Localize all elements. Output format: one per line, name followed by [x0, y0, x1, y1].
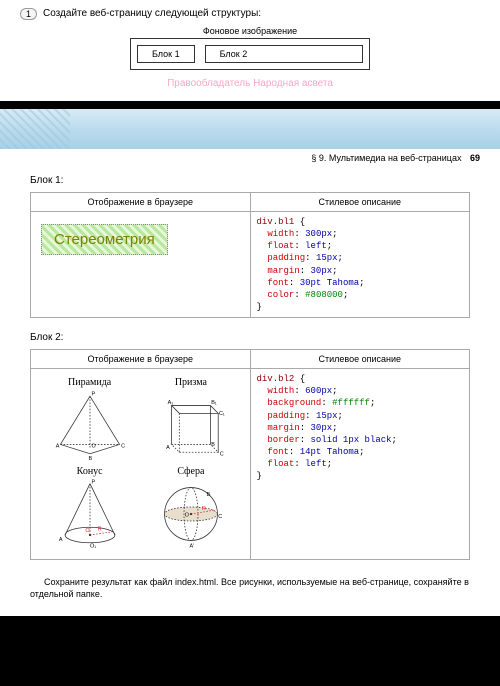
shapes-grid: Пирамида P A C B O: [37, 373, 244, 555]
svg-text:C₁: C₁: [219, 411, 225, 417]
cone-icon: P O R O₁ A: [50, 479, 130, 549]
prism-title: Призма: [142, 377, 239, 388]
diagram-box: Блок 1 Блок 2: [130, 38, 370, 70]
svg-text:A': A': [189, 544, 194, 550]
section-title: § 9. Мультимедиа на веб-страницах 69: [0, 149, 500, 167]
svg-text:O: O: [91, 444, 95, 450]
svg-text:C: C: [220, 451, 224, 457]
task-row: 1 Создайте веб-страницу следующей структ…: [20, 8, 480, 20]
th-browser: Отображение в браузере: [31, 193, 251, 212]
svg-text:A: A: [59, 537, 63, 543]
svg-text:A: A: [166, 445, 170, 451]
svg-text:O: O: [185, 512, 189, 518]
svg-text:A: A: [55, 444, 59, 450]
watermark: Правообладатель Народная асвета: [20, 78, 480, 89]
task-number: 1: [20, 8, 37, 20]
structure-diagram: Фоновое изображение Блок 1 Блок 2: [130, 26, 370, 70]
task-text: Создайте веб-страницу следующей структур…: [43, 8, 261, 19]
svg-text:B: B: [211, 442, 215, 448]
svg-text:C: C: [121, 444, 125, 450]
block1-label: Блок 1:: [30, 175, 470, 186]
shape-prism: Призма A₁ B₁ C₁ A: [142, 377, 239, 462]
block1-table: Отображение в браузере Стилевое описание…: [30, 192, 470, 318]
svg-text:B: B: [206, 492, 210, 498]
th-style: Стилевое описание: [250, 193, 470, 212]
block2-table: Отображение в браузере Стилевое описание…: [30, 349, 470, 560]
prism-icon: A₁ B₁ C₁ A B C: [151, 390, 231, 460]
footnote: Сохраните результат как файл index.html.…: [0, 568, 500, 604]
header-strip: [0, 109, 500, 149]
svg-text:P: P: [91, 480, 95, 486]
svg-text:O₁: O₁: [90, 544, 96, 550]
cone-title: Конус: [41, 466, 138, 477]
svg-text:P: P: [91, 392, 95, 398]
svg-text:B: B: [88, 456, 92, 460]
block1-css-cell: div.bl1 { width: 300px; float: left; pad…: [250, 212, 470, 318]
page-top: 1 Создайте веб-страницу следующей структ…: [0, 0, 500, 101]
svg-text:B₁: B₁: [211, 400, 217, 406]
block2-box: Блок 2: [205, 45, 363, 63]
block2-label: Блок 2:: [30, 332, 470, 343]
pyramid-title: Пирамида: [41, 377, 138, 388]
page-number: 69: [470, 153, 480, 163]
stereo-box: Стереометрия: [41, 224, 168, 255]
section-text: § 9. Мультимедиа на веб-страницах: [311, 153, 461, 163]
block1-browser-cell: Стереометрия: [31, 212, 251, 318]
svg-text:O: O: [85, 528, 89, 534]
bg-label: Фоновое изображение: [130, 26, 370, 36]
page-bottom: § 9. Мультимедиа на веб-страницах 69 Бло…: [0, 109, 500, 616]
svg-text:R: R: [97, 526, 101, 532]
svg-text:R: R: [202, 506, 206, 512]
shape-pyramid: Пирамида P A C B O: [41, 377, 138, 462]
svg-text:C: C: [218, 514, 222, 520]
sphere-icon: O R B C A': [151, 479, 231, 549]
block1-box: Блок 1: [137, 45, 195, 63]
shape-cone: Конус P O R O₁: [41, 466, 138, 551]
pyramid-icon: P A C B O: [50, 390, 130, 460]
block2-css-cell: div.bl2 { width: 600px; background: #fff…: [250, 369, 470, 560]
shape-sphere: Сфера O R B C A': [142, 466, 239, 551]
sphere-title: Сфера: [142, 466, 239, 477]
content: Блок 1: Отображение в браузере Стилевое …: [0, 167, 500, 568]
th-browser2: Отображение в браузере: [31, 350, 251, 369]
svg-text:A₁: A₁: [168, 400, 174, 406]
block2-label: Блок 2: [220, 49, 248, 59]
th-style2: Стилевое описание: [250, 350, 470, 369]
block2-browser-cell: Пирамида P A C B O: [31, 369, 251, 560]
